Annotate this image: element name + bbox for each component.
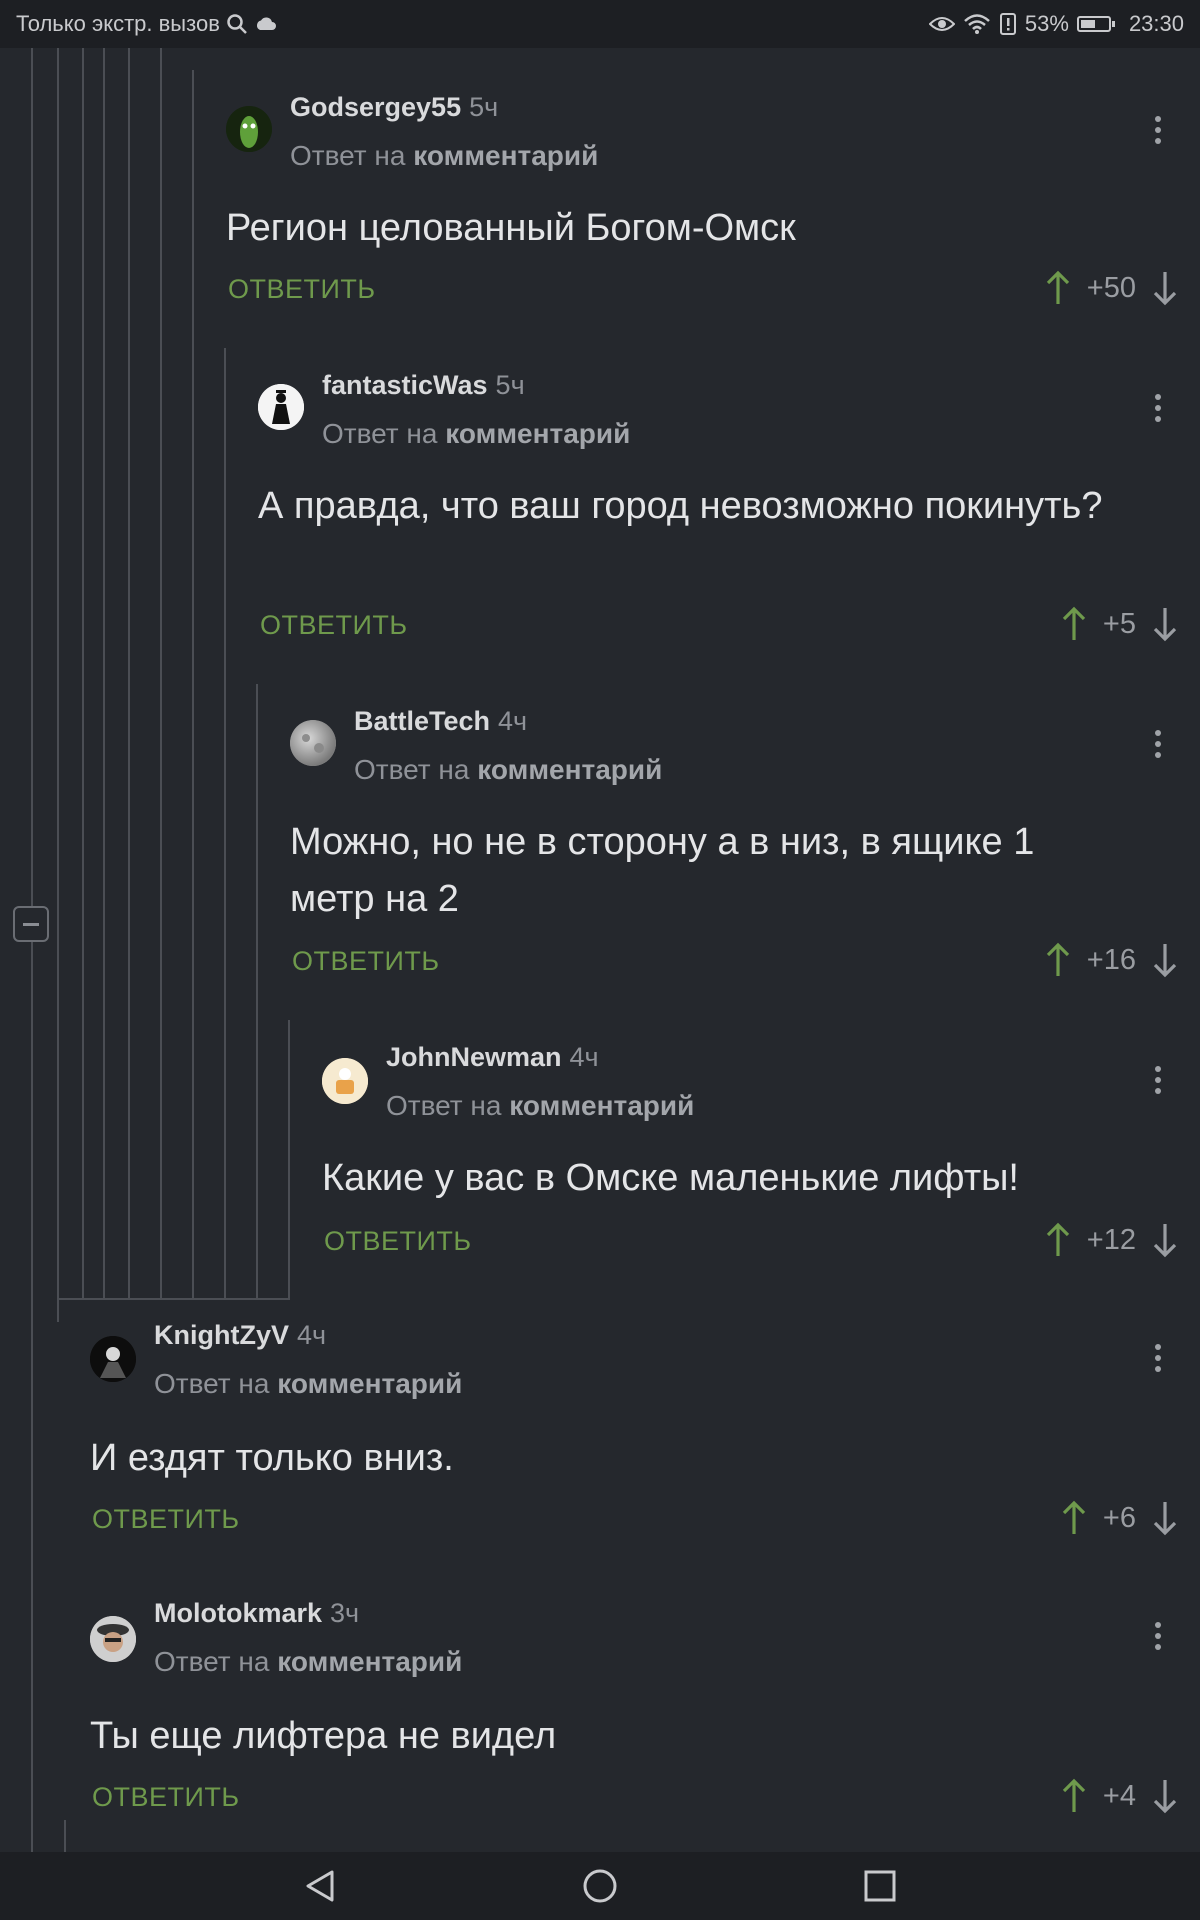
downvote-icon[interactable]: [1152, 270, 1178, 306]
vote-controls: +5: [1061, 606, 1178, 642]
collapse-thread-button[interactable]: [13, 906, 49, 942]
battery-percent: 53%: [1024, 11, 1069, 36]
search-icon: [227, 14, 247, 34]
comment-time: 4ч: [297, 1320, 327, 1350]
avatar[interactable]: [322, 1058, 368, 1104]
comment-score: +6: [1102, 1501, 1136, 1534]
avatar[interactable]: [226, 106, 272, 152]
comment-time: 5ч: [495, 370, 525, 400]
navigation-bar: [0, 1852, 1200, 1920]
more-options-icon[interactable]: [1153, 394, 1163, 426]
comment-time: 4ч: [498, 706, 528, 736]
more-options-icon[interactable]: [1153, 1066, 1163, 1098]
more-options-icon[interactable]: [1153, 730, 1163, 762]
wifi-icon: [964, 14, 990, 34]
avatar[interactable]: [90, 1616, 136, 1662]
comment-text: А правда, что ваш город невозможно покин…: [258, 485, 1103, 527]
reply-button[interactable]: ОТВЕТИТЬ: [260, 610, 408, 641]
reply-to-link[interactable]: Ответ на комментарий: [154, 1646, 462, 1678]
vote-controls: +16: [1045, 942, 1178, 978]
comment-text: И ездят только вниз.: [90, 1437, 454, 1479]
recents-icon[interactable]: [860, 1866, 900, 1906]
reply-button[interactable]: ОТВЕТИТЬ: [92, 1504, 240, 1535]
more-options-icon[interactable]: [1153, 1344, 1163, 1376]
reply-button[interactable]: ОТВЕТИТЬ: [92, 1782, 240, 1813]
reply-to-link[interactable]: Ответ на комментарий: [354, 754, 662, 786]
reply-button[interactable]: ОТВЕТИТЬ: [228, 274, 376, 305]
upvote-icon[interactable]: [1045, 1222, 1071, 1258]
carrier-text: Только экстр. вызов: [16, 11, 220, 36]
avatar[interactable]: [90, 1336, 136, 1382]
comment-text: Какие у вас в Омске маленькие лифты!: [322, 1157, 1019, 1199]
vote-controls: +6: [1061, 1500, 1178, 1536]
comment-author[interactable]: JohnNewman 4ч: [386, 1042, 599, 1073]
comment-score: +12: [1086, 1223, 1136, 1256]
downvote-icon[interactable]: [1152, 942, 1178, 978]
reply-to-link[interactable]: Ответ на комментарий: [386, 1090, 694, 1122]
back-icon[interactable]: [300, 1866, 340, 1906]
avatar[interactable]: [258, 384, 304, 430]
reply-button[interactable]: ОТВЕТИТЬ: [324, 1226, 472, 1257]
home-icon[interactable]: [580, 1866, 620, 1906]
downvote-icon[interactable]: [1152, 1222, 1178, 1258]
downvote-icon[interactable]: [1152, 1500, 1178, 1536]
avatar[interactable]: [290, 720, 336, 766]
upvote-icon[interactable]: [1045, 942, 1071, 978]
more-options-icon[interactable]: [1153, 116, 1163, 148]
clock: 23:30: [1128, 11, 1184, 36]
comment-score: +50: [1086, 271, 1136, 304]
downvote-icon[interactable]: [1152, 1778, 1178, 1814]
vote-controls: +12: [1045, 1222, 1178, 1258]
comment-text: Можно, но не в сторону а в низ, в ящике …: [290, 821, 1035, 920]
comment-score: +5: [1102, 607, 1136, 640]
comment-text: Ты еще лифтера не видел: [90, 1715, 557, 1757]
vote-controls: +4: [1061, 1778, 1178, 1814]
alert-storage-icon: [999, 13, 1016, 35]
reply-to-link[interactable]: Ответ на комментарий: [154, 1368, 462, 1400]
comment-author[interactable]: Godsergey55 5ч: [290, 92, 498, 123]
upvote-icon[interactable]: [1061, 1778, 1087, 1814]
vote-controls: +50: [1045, 270, 1178, 306]
battery-icon: [1076, 16, 1115, 32]
reply-button[interactable]: ОТВЕТИТЬ: [292, 946, 440, 977]
more-options-icon[interactable]: [1153, 1622, 1163, 1654]
comment-author[interactable]: KnightZyV 4ч: [154, 1320, 326, 1351]
comment-time: 3ч: [330, 1598, 360, 1628]
reply-to-link[interactable]: Ответ на комментарий: [322, 418, 630, 450]
cloud-icon: [256, 17, 276, 30]
comment-author[interactable]: BattleTech 4ч: [354, 706, 527, 737]
upvote-icon[interactable]: [1061, 1500, 1087, 1536]
upvote-icon[interactable]: [1045, 270, 1071, 306]
downvote-icon[interactable]: [1152, 606, 1178, 642]
comment-score: +4: [1102, 1779, 1136, 1812]
eye-icon: [928, 17, 955, 31]
comment-author[interactable]: fantasticWas 5ч: [322, 370, 525, 401]
comment-time: 5ч: [469, 92, 499, 122]
comment-author[interactable]: Molotokmark 3ч: [154, 1598, 359, 1629]
comment-text: Регион целованный Богом-Омск: [226, 207, 796, 249]
comment-score: +16: [1086, 943, 1136, 976]
reply-to-link[interactable]: Ответ на комментарий: [290, 140, 598, 172]
upvote-icon[interactable]: [1061, 606, 1087, 642]
status-bar: Только экстр. вызов 53% 23:30: [0, 0, 1200, 48]
comment-time: 4ч: [569, 1042, 599, 1072]
